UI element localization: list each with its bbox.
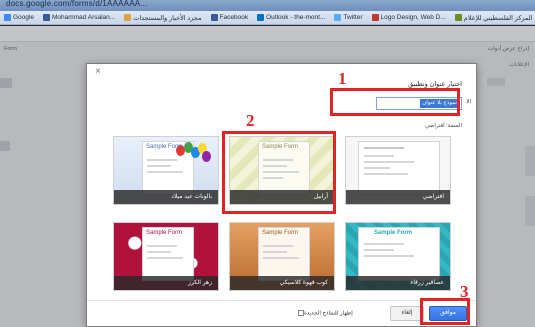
sample-form-text: Sample Form [374,230,413,236]
form-line [364,147,404,149]
bookmark-item[interactable]: Facebook [210,14,249,21]
editor-right-panel-lower [525,196,535,226]
bookmark-label: Mohammad Arsalan... [51,14,116,21]
form-line [364,173,408,175]
show-for-new-forms-label: إظهار للنماذج الجديدة [304,310,353,317]
bookmark-label: Twitter [343,14,363,21]
form-line [364,155,394,157]
bookmark-label: Logo Design, Web D... [380,14,446,21]
theme-caption: افتراضي [346,190,450,204]
address-bar[interactable]: docs.google.com/forms/d/1AAAAAA... [0,0,535,11]
editor-side-tab [0,78,12,88]
bookmark-item[interactable]: Google [4,14,34,21]
form-line [263,251,287,253]
bookmark-item[interactable]: Logo Design, Web D... [371,14,446,21]
sample-form-text: Sample Form [262,230,299,236]
bookmark-item[interactable]: مجرد الأخبار والمستجدات [124,14,202,22]
form-line [364,161,414,163]
form-line [364,167,390,169]
theme-balloons[interactable]: Sample Form بالونات عيد ميلاد [113,136,219,205]
choose-title-theme-dialog: × اختيار عنوان وتطبيق الا نموذج بلا عنوا… [86,63,477,327]
theme-label: السمة: افتراضي [425,123,462,129]
theme-caption: كوب قهوة كلاسيكي [230,276,334,290]
step2-number: 2 [246,111,255,130]
form-name-label: الا [466,99,471,105]
editor-header [0,26,535,42]
show-for-new-forms-checkbox[interactable]: إظهار للنماذج الجديدة [296,310,353,316]
footer-divider [87,300,476,301]
cancel-button[interactable]: إلغاء [390,306,424,321]
theme-caption: أرابيل [230,190,334,204]
bookmark-label: Facebook [219,14,249,21]
outlook-icon [257,14,265,21]
sample-form-text: Sample Form [146,144,183,150]
ok-button[interactable]: موافق [429,306,467,321]
form-line [364,243,404,245]
palestine-center-icon [454,14,462,21]
editor-tab [487,78,505,86]
theme-caption: بالونات عيد ميلاد [114,190,218,204]
bookmark-label: مجرد الأخبار والمستجدات [133,14,202,22]
balloon-icon [202,151,211,162]
form-line [147,245,177,247]
theme-caption: زهر الكرز [114,276,218,290]
form-line [364,249,394,251]
step1-number: 1 [338,69,347,88]
editor-left-menu: Form [4,46,17,52]
form-line [147,251,171,253]
profile-icon [42,14,50,21]
theme-arabesque[interactable]: Sample Form أرابيل [229,136,335,205]
facebook-icon [210,14,218,21]
form-line [364,255,414,257]
editor-side-tab-lower [0,141,10,151]
editor-menu-bar: إدراج عرض أدوات [487,46,529,52]
form-line [147,171,183,173]
theme-default[interactable]: افتراضي [345,136,451,205]
step3-number: 3 [460,282,469,301]
theme-blue-birds[interactable]: Sample Form عصافير زرقاء [345,222,451,291]
bookmark-label: Google [13,14,34,21]
bookmark-label: المركز الفلسطيني للإعلام [463,14,533,22]
sample-form-text: Sample Form [146,230,183,236]
form-line [263,177,283,179]
form-line [147,159,177,161]
theme-coffee-cup[interactable]: Sample Form كوب قهوة كلاسيكي [229,222,335,291]
logo-icon [371,14,379,21]
form-name-input[interactable]: نموذج بلا عنوان [376,97,462,110]
form-line [263,245,293,247]
bookmarks-bar: Google Mohammad Arsalan... مجرد الأخبار وا… [0,11,535,25]
form-line [263,165,287,167]
news-icon [124,14,132,21]
editor-submenu: الإعلانات [509,62,529,68]
form-name-value: نموذج بلا عنوان [420,99,459,108]
twitter-icon [334,14,342,21]
close-icon[interactable]: × [95,67,101,77]
url-text: docs.google.com/forms/d/1AAAAAA... [6,0,148,8]
form-line [147,257,183,259]
form-line [263,257,299,259]
google-icon [4,14,11,21]
form-line [263,159,293,161]
theme-caption: عصافير زرقاء [346,276,450,290]
bookmark-item[interactable]: Outlook - the-mont... [257,14,325,21]
form-line [147,165,171,167]
editor-right-panel [525,146,535,176]
theme-cherry-blossom[interactable]: Sample Form زهر الكرز [113,222,219,291]
bookmark-item[interactable]: Mohammad Arsalan... [42,14,116,21]
dialog-title: اختيار عنوان وتطبيق [408,81,462,88]
bookmark-item[interactable]: المركز الفلسطيني للإعلام [454,14,533,22]
form-line [263,171,299,173]
sample-form-text: Sample Form [262,144,299,150]
bookmark-item[interactable]: Twitter [334,14,363,21]
bookmark-label: Outlook - the-mont... [266,14,326,21]
